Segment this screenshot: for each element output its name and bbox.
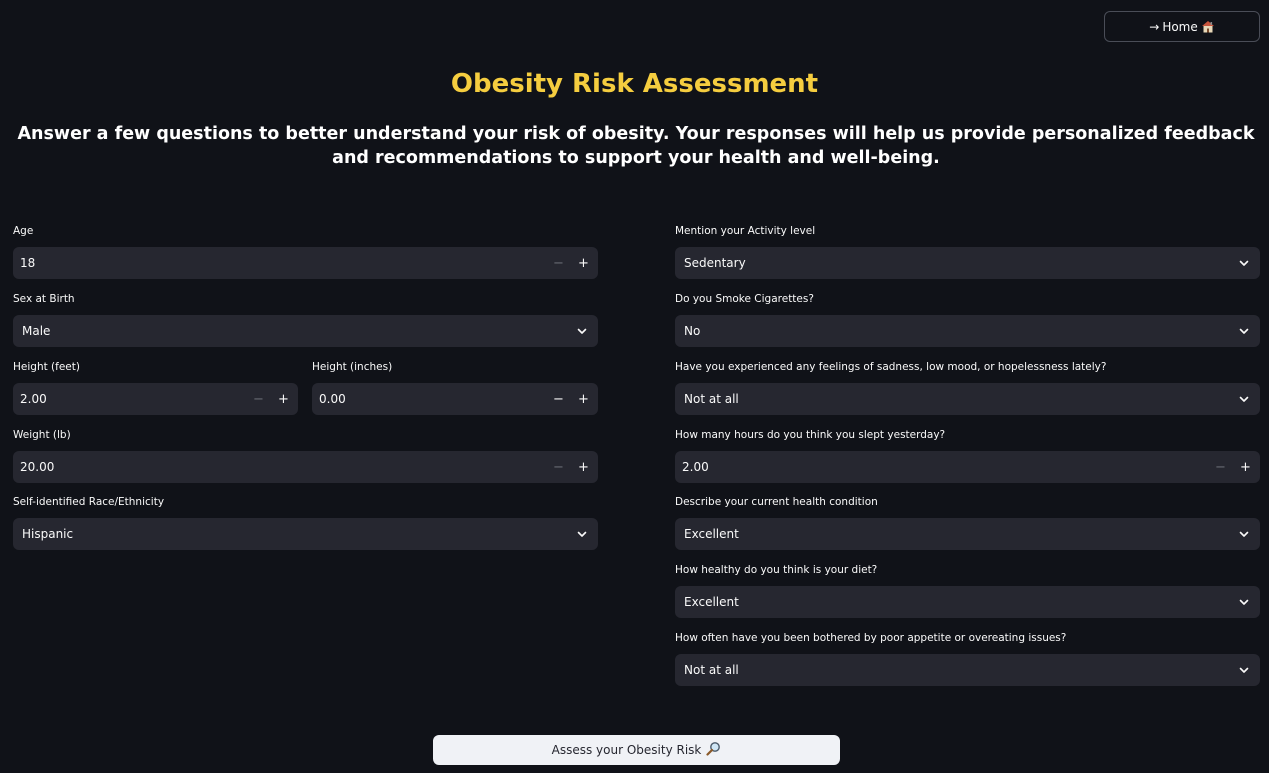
height-feet-label: Height (feet) xyxy=(13,361,80,373)
activity-field: Mention your Activity level Sedentary xyxy=(675,224,1260,279)
smoke-select[interactable]: No xyxy=(675,315,1260,347)
diet-select-value: Excellent xyxy=(684,595,739,609)
page-subtitle: Answer a few questions to better underst… xyxy=(17,124,1255,168)
weight-label: Weight (lb) xyxy=(13,429,71,441)
chevron-down-icon xyxy=(566,531,598,538)
activity-label: Mention your Activity level xyxy=(675,225,816,237)
sleep-stepper[interactable]: 2.00 − + xyxy=(675,451,1260,483)
chevron-down-icon xyxy=(1228,667,1260,674)
weight-input[interactable]: 20.00 xyxy=(13,460,546,474)
age-decrement-button[interactable]: − xyxy=(546,247,571,279)
sex-field: Sex at Birth Male xyxy=(13,292,598,347)
race-field: Self-identified Race/Ethnicity Hispanic xyxy=(13,495,598,550)
height-feet-decrement-button[interactable]: − xyxy=(246,383,271,415)
smoke-label: Do you Smoke Cigarettes? xyxy=(675,293,814,305)
age-stepper[interactable]: 18 − + xyxy=(13,247,598,279)
sleep-increment-button[interactable]: + xyxy=(1233,451,1258,483)
sex-select[interactable]: Male xyxy=(13,315,598,347)
home-button[interactable]: → Home xyxy=(1104,11,1260,42)
activity-select[interactable]: Sedentary xyxy=(675,247,1260,279)
weight-decrement-button[interactable]: − xyxy=(546,451,571,483)
height-feet-input[interactable]: 2.00 xyxy=(13,392,246,406)
appetite-select[interactable]: Not at all xyxy=(675,654,1260,686)
house-icon xyxy=(1201,20,1215,33)
diet-field: How healthy do you think is your diet? E… xyxy=(675,563,1260,618)
age-field: Age 18 − + xyxy=(13,224,598,279)
height-feet-increment-button[interactable]: + xyxy=(271,383,296,415)
mood-field: Have you experienced any feelings of sad… xyxy=(675,360,1260,415)
home-button-label: Home xyxy=(1162,19,1198,34)
activity-select-value: Sedentary xyxy=(684,256,746,270)
age-increment-button[interactable]: + xyxy=(571,247,596,279)
height-inches-increment-button[interactable]: + xyxy=(571,383,596,415)
height-feet-field: Height (feet) 2.00 − + xyxy=(13,360,298,415)
health-select-value: Excellent xyxy=(684,527,739,541)
weight-field: Weight (lb) 20.00 − + xyxy=(13,428,598,483)
smoke-field: Do you Smoke Cigarettes? No xyxy=(675,292,1260,347)
diet-select[interactable]: Excellent xyxy=(675,586,1260,618)
appetite-field: How often have you been bothered by poor… xyxy=(675,631,1260,686)
height-feet-stepper[interactable]: 2.00 − + xyxy=(13,383,298,415)
magnifier-icon xyxy=(706,741,721,759)
weight-stepper[interactable]: 20.00 − + xyxy=(13,451,598,483)
sex-label: Sex at Birth xyxy=(13,293,75,305)
sleep-decrement-button[interactable]: − xyxy=(1208,451,1233,483)
race-select[interactable]: Hispanic xyxy=(13,518,598,550)
age-label: Age xyxy=(13,225,34,237)
height-inches-label: Height (inches) xyxy=(312,361,393,373)
chevron-down-icon xyxy=(1228,260,1260,267)
sleep-input[interactable]: 2.00 xyxy=(675,460,1208,474)
mood-label: Have you experienced any feelings of sad… xyxy=(675,361,1107,373)
page-title: Obesity Risk Assessment xyxy=(450,69,819,99)
race-label: Self-identified Race/Ethnicity xyxy=(13,496,165,508)
sleep-field: How many hours do you think you slept ye… xyxy=(675,428,1260,483)
health-field: Describe your current health condition E… xyxy=(675,495,1260,550)
arrow-icon: → xyxy=(1149,19,1160,34)
appetite-select-value: Not at all xyxy=(684,663,739,677)
health-label: Describe your current health condition xyxy=(675,496,878,508)
height-inches-stepper[interactable]: 0.00 − + xyxy=(312,383,598,415)
age-input[interactable]: 18 xyxy=(13,256,546,270)
weight-increment-button[interactable]: + xyxy=(571,451,596,483)
assess-risk-button[interactable]: Assess your Obesity Risk xyxy=(433,735,840,765)
chevron-down-icon xyxy=(566,328,598,335)
smoke-select-value: No xyxy=(684,324,701,338)
race-select-value: Hispanic xyxy=(22,527,74,541)
height-inches-field: Height (inches) 0.00 − + xyxy=(312,360,598,415)
mood-select-value: Not at all xyxy=(684,392,739,406)
assess-button-label: Assess your Obesity Risk xyxy=(551,743,702,757)
sex-select-value: Male xyxy=(22,324,51,338)
height-inches-decrement-button[interactable]: − xyxy=(546,383,571,415)
sleep-label: How many hours do you think you slept ye… xyxy=(675,429,946,441)
mood-select[interactable]: Not at all xyxy=(675,383,1260,415)
appetite-label: How often have you been bothered by poor… xyxy=(675,632,1067,644)
app-page: → Home Obesity Risk Assessment Answer a … xyxy=(0,0,1269,773)
chevron-down-icon xyxy=(1228,599,1260,606)
chevron-down-icon xyxy=(1228,531,1260,538)
health-select[interactable]: Excellent xyxy=(675,518,1260,550)
chevron-down-icon xyxy=(1228,396,1260,403)
diet-label: How healthy do you think is your diet? xyxy=(675,564,878,576)
height-inches-input[interactable]: 0.00 xyxy=(312,392,546,406)
chevron-down-icon xyxy=(1228,328,1260,335)
